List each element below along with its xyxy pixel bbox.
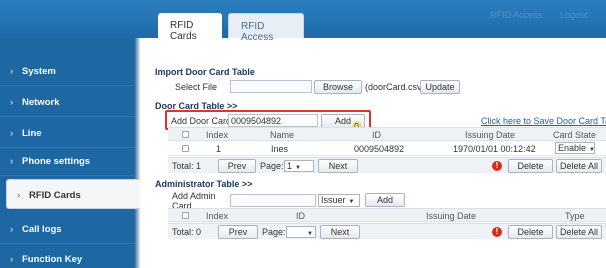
prev-page-button[interactable]: Prev — [218, 159, 256, 173]
cell-name: Ines — [271, 144, 289, 154]
chevron-right-icon: › — [10, 128, 14, 139]
table-row[interactable]: 1 Ines 0009504892 1970/01/01 00:12:42 En… — [168, 141, 606, 156]
sidebar-item-label: Line — [22, 128, 42, 139]
sidebar-item-label: Phone settings — [22, 156, 91, 167]
sidebar-item-label: System — [22, 66, 56, 77]
sidebar-item-label: Function Key — [22, 254, 83, 265]
page-label: Page: — [262, 227, 286, 237]
ghost-logout[interactable]: Logout — [560, 10, 588, 20]
file-path-input[interactable] — [230, 80, 312, 93]
ghost-nav-item[interactable]: RFID Access — [490, 10, 542, 20]
dropdown-arrow-icon: ▼ — [589, 147, 595, 153]
column-header-card-state: Card State — [553, 130, 597, 140]
next-page-button[interactable]: Next — [320, 225, 360, 239]
chevron-right-icon: › — [10, 254, 14, 265]
total-count: Total: 1 — [172, 161, 202, 171]
admin-card-id-input[interactable] — [230, 194, 316, 207]
page-select[interactable]: 1 ▼ — [284, 160, 314, 172]
column-header-id: ID — [296, 211, 305, 221]
issuer-select[interactable]: Issuer ▼ — [318, 194, 360, 207]
tab-rfid-cards[interactable]: RFID Cards — [158, 13, 222, 42]
sidebar-item-label: Call logs — [22, 224, 62, 235]
sidebar-item-function-key[interactable]: › Function Key — [0, 244, 134, 268]
cell-index: 1 — [216, 144, 222, 154]
row-checkbox[interactable] — [182, 145, 189, 152]
chevron-right-icon: › — [10, 224, 14, 235]
select-all-checkbox[interactable] — [182, 212, 189, 219]
delete-button[interactable]: Delete — [508, 225, 553, 239]
delete-all-button[interactable]: Delete All — [556, 225, 602, 239]
select-all-checkbox[interactable] — [182, 131, 189, 138]
prev-page-button[interactable]: Prev — [218, 225, 258, 239]
dropdown-arrow-icon: ▼ — [348, 199, 355, 205]
sidebar-item-network[interactable]: › Network — [0, 87, 134, 117]
card-state-select[interactable]: Enable ▼ — [555, 142, 595, 154]
dropdown-arrow-icon: ▼ — [295, 165, 301, 171]
tab-label: RFID Access — [241, 21, 274, 43]
admin-table-title: Administrator Table >> — [155, 179, 253, 189]
door-card-table-footer: Total: 1 Prev Page: 1 ▼ Next ! Delete Del… — [168, 157, 606, 173]
issuer-select-value: Issuer — [321, 195, 346, 205]
sidebar-item-rfid-cards[interactable]: › RFID Cards — [6, 179, 140, 209]
chevron-right-icon: › — [10, 156, 14, 167]
dropdown-arrow-icon: ▼ — [307, 231, 313, 237]
column-header-index: Index — [206, 130, 229, 140]
add-admin-card-button[interactable]: Add — [365, 193, 405, 207]
cell-id: 0009504892 — [354, 144, 405, 154]
tab-rfid-access[interactable]: RFID Access — [228, 13, 304, 43]
sidebar-item-system[interactable]: › System — [0, 56, 134, 86]
column-header-issuing-date: Issuing Date — [426, 211, 477, 221]
cell-issuing-date: 1970/01/01 00:12:42 — [453, 144, 536, 154]
column-header-issuing-date: Issuing Date — [465, 130, 516, 140]
page-label: Page: — [260, 161, 284, 171]
sidebar-edge — [134, 38, 140, 268]
total-count: Total: 0 — [172, 227, 202, 237]
import-section-title: Import Door Card Table — [155, 67, 255, 77]
sidebar-item-line[interactable]: › Line — [0, 118, 134, 148]
update-button[interactable]: Update — [420, 80, 460, 94]
page-select[interactable]: ▼ — [286, 226, 316, 238]
sidebar-item-phone-settings[interactable]: › Phone settings — [0, 146, 134, 176]
page-select-value: 1 — [287, 161, 293, 171]
tab-label: RFID Cards — [170, 20, 197, 42]
card-state-value: Enable — [558, 143, 587, 153]
sidebar-item-label: Network — [22, 97, 60, 108]
warning-icon: ! — [492, 161, 502, 171]
column-header-type: Type — [565, 211, 585, 221]
column-header-name: Name — [270, 130, 295, 140]
chevron-right-icon: › — [10, 97, 14, 108]
warning-icon: ! — [492, 227, 502, 237]
column-header-id: ID — [372, 130, 381, 140]
sidebar-item-call-logs[interactable]: › Call logs — [0, 214, 134, 244]
sidebar-item-label: RFID Cards — [29, 190, 81, 201]
file-hint: (doorCard.csv) — [365, 82, 425, 92]
delete-all-button[interactable]: Delete All — [556, 159, 602, 173]
door-card-table-header: Index Name ID Issuing Date Card State — [168, 127, 606, 141]
chevron-right-icon: › — [17, 190, 21, 201]
next-page-button[interactable]: Next — [318, 159, 358, 173]
chevron-right-icon: › — [10, 66, 14, 77]
save-door-card-table-link[interactable]: Click here to Save Door Card Table — [481, 116, 606, 126]
admin-table-header: Index ID Issuing Date Type — [168, 208, 606, 222]
select-file-label: Select File — [175, 82, 218, 92]
column-header-index: Index — [206, 211, 229, 221]
admin-table-footer: Total: 0 Prev Page: ▼ Next ! Delete Dele… — [168, 223, 606, 239]
browse-button[interactable]: Browse — [314, 80, 362, 94]
delete-button[interactable]: Delete — [508, 159, 553, 173]
